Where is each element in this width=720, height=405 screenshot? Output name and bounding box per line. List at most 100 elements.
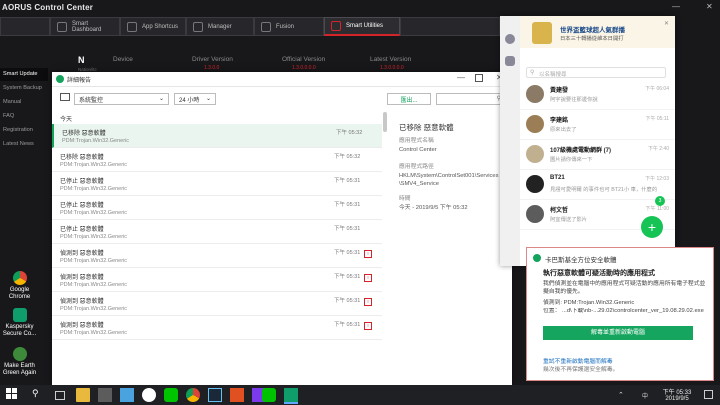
official-value: 1.3.0.0.0.0 bbox=[292, 65, 316, 71]
ad-banner[interactable]: 世界盃籃球超人氣群播 日本三十轉播從維本日開打 ✕ bbox=[520, 16, 675, 48]
store-icon[interactable] bbox=[98, 388, 112, 402]
avatar bbox=[526, 145, 544, 163]
table-row[interactable]: 已移除 惡意軟體 PDM:Trojan.Win32.Generic 下午 05:32 bbox=[52, 124, 382, 148]
row-threat: PDM:Trojan.Win32.Generic bbox=[60, 234, 128, 240]
chat-name: 柯文哲 bbox=[550, 208, 569, 214]
tab-smart-dashboard[interactable]: Smart Dashboard bbox=[50, 17, 120, 36]
table-row[interactable]: 偵測到 惡意軟體 PDM:Trojan.Win32.Generic 下午 05:31… bbox=[52, 316, 382, 340]
row-threat: PDM:Trojan.Win32.Generic bbox=[60, 306, 128, 312]
side-item-smart-update[interactable]: Smart Update bbox=[0, 68, 48, 81]
tab-fusion[interactable]: Fusion bbox=[254, 17, 324, 36]
detail-heading: 已移除 惡意軟體 bbox=[399, 123, 454, 132]
search-placeholder: 以名稱搜尋 bbox=[539, 72, 567, 78]
friends-icon[interactable] bbox=[505, 34, 515, 44]
chat-time: 下午 11:00 bbox=[645, 206, 669, 212]
row-title: 已停止 惡意軟體 bbox=[60, 227, 104, 233]
line-icon[interactable] bbox=[164, 388, 178, 402]
table-row[interactable]: 已停止 惡意軟體 PDM:Trojan.Win32.Generic 下午 05:31 bbox=[52, 172, 382, 196]
app-icon[interactable] bbox=[230, 388, 244, 402]
notification-app-name: 卡巴斯基全方位安全軟體 bbox=[545, 257, 617, 264]
side-item-faq[interactable]: FAQ bbox=[0, 110, 48, 123]
side-item-system-backup[interactable]: System Backup bbox=[0, 82, 48, 95]
clock-date[interactable]: 2019/9/5 bbox=[662, 396, 692, 402]
avatar bbox=[526, 115, 544, 133]
search-input[interactable]: ⚲ 以名稱搜尋 bbox=[526, 67, 666, 78]
kaspersky-icon bbox=[12, 308, 27, 322]
chat-list-item[interactable]: 107級機處電動網群 (7) 圖片請你傳來一下 下午 2:40 bbox=[520, 140, 675, 170]
chat-preview: 原來出去了 bbox=[550, 127, 577, 133]
device-header: Device bbox=[113, 56, 133, 63]
chat-name: 黃建發 bbox=[550, 88, 569, 94]
search-icon[interactable]: ⚲ bbox=[32, 388, 46, 402]
notification-center-icon[interactable] bbox=[704, 390, 713, 399]
ime-indicator[interactable]: 中 bbox=[642, 391, 648, 400]
close-icon[interactable]: ✕ bbox=[664, 20, 669, 27]
table-row[interactable]: 已停止 惡意軟體 PDM:Trojan.Win32.Generic 下午 05:31 bbox=[52, 196, 382, 220]
minimize-button[interactable]: — bbox=[672, 2, 680, 11]
notification-body: 我們偵測並在電腦中的應用程式可疑活動的應用所有電子程式並擬自我的優先。 bbox=[543, 281, 706, 295]
banner-subtitle: 日本三十轉播從維本日開打 bbox=[560, 36, 624, 42]
filter-select[interactable]: 系統監控 ⌄ bbox=[74, 93, 169, 105]
table-row[interactable]: 已移除 惡意軟體 PDM:Trojan.Win32.Generic 下午 05:32 bbox=[52, 148, 382, 172]
clock-time[interactable]: 下午 05:33 bbox=[662, 387, 692, 396]
toolbar: 系統監控 ⌄ 24 小時 ⌄ 匯出... ⚲ bbox=[52, 86, 522, 112]
table-row[interactable]: 偵測到 惡意軟體 PDM:Trojan.Win32.Generic 下午 05:31… bbox=[52, 292, 382, 316]
driver-header: Driver Version bbox=[192, 56, 233, 63]
row-title: 偵測到 惡意軟體 bbox=[60, 275, 104, 281]
desktop-icon-chrome[interactable]: Google Chrome bbox=[2, 271, 37, 301]
row-title: 已移除 惡意軟體 bbox=[62, 131, 106, 137]
tray-chevron-icon[interactable]: ⌃ bbox=[618, 391, 624, 399]
tab-manager[interactable]: Manager bbox=[186, 17, 254, 36]
disinfect-restart-button[interactable]: 解毒並重新啟動電腦 bbox=[543, 326, 693, 340]
row-threat: PDM:Trojan.Win32.Generic bbox=[60, 330, 128, 336]
chat-list-item[interactable]: 李建銘 原來出去了 下午 05:11 bbox=[520, 110, 675, 140]
chat-preview: 圖片請你傳來一下 bbox=[550, 157, 593, 163]
desktop-icon-kaspersky[interactable]: Kaspersky Secure Co... bbox=[2, 308, 37, 338]
earth-icon bbox=[12, 347, 27, 361]
table-row[interactable]: 偵測到 惡意軟體 PDM:Trojan.Win32.Generic 下午 05:31… bbox=[52, 244, 382, 268]
row-title: 偵測到 惡意軟體 bbox=[60, 299, 104, 305]
row-time: 下午 05:31 bbox=[334, 250, 361, 256]
kaspersky-task-icon[interactable] bbox=[284, 388, 298, 404]
side-item-latest-news[interactable]: Latest News bbox=[0, 138, 48, 151]
time-select[interactable]: 24 小時 ⌄ bbox=[174, 93, 216, 105]
desktop-icon-earth[interactable]: Make Earth Green Again bbox=[2, 347, 37, 377]
driver-value: 1.3.0.0 bbox=[204, 65, 220, 71]
app-name-label: 應用程式名稱 bbox=[399, 138, 434, 144]
utilities-icon bbox=[331, 21, 341, 31]
export-button[interactable]: 匯出... bbox=[387, 93, 431, 105]
list-scrollbar[interactable] bbox=[383, 112, 387, 132]
tab-home[interactable] bbox=[0, 17, 50, 36]
maximize-button[interactable] bbox=[475, 74, 483, 82]
photos-icon[interactable] bbox=[120, 388, 134, 402]
steam-icon[interactable] bbox=[208, 388, 222, 402]
minimize-button[interactable]: — bbox=[457, 73, 465, 82]
task-view-icon[interactable] bbox=[55, 391, 65, 400]
chat-name: 李建銘 bbox=[550, 118, 569, 124]
line-app-icon[interactable] bbox=[262, 388, 276, 402]
row-time: 下午 05:32 bbox=[336, 130, 363, 136]
close-button[interactable]: ✕ bbox=[706, 2, 713, 11]
chrome-icon[interactable] bbox=[186, 388, 200, 402]
side-item-manual[interactable]: Manual bbox=[0, 96, 48, 109]
search-input[interactable]: ⚲ bbox=[436, 93, 506, 105]
chat-list-item[interactable]: 黃建發 阿宇說要往那邊你說 下午 06:04 bbox=[520, 80, 675, 110]
chats-icon[interactable] bbox=[505, 56, 515, 66]
table-row[interactable]: 已停止 惡意軟體 PDM:Trojan.Win32.Generic 下午 05:31 bbox=[52, 220, 382, 244]
side-item-registration[interactable]: Registration bbox=[0, 124, 48, 137]
line-window: 世界盃籃球超人氣群播 日本三十轉播從維本日開打 ✕ ⚲ 以名稱搜尋 黃建發阿宇說… bbox=[500, 16, 675, 266]
search-icon: ⚲ bbox=[530, 70, 535, 76]
chat-preview: 阿宇說要往那邊你說 bbox=[550, 97, 598, 103]
file-explorer-icon[interactable] bbox=[76, 388, 90, 402]
kaspersky-notification: 卡巴斯基全方位安全軟體 執行惡意軟體可疑活動時的應用程式 我們偵測並在電腦中的應… bbox=[526, 247, 714, 381]
table-row[interactable]: 偵測到 惡意軟體 PDM:Trojan.Win32.Generic 下午 05:31… bbox=[52, 268, 382, 292]
chat-list-item[interactable]: BT21 見證可愛明爾 的事件也可 BT21小 車，什麼的 我心中最是愛可愛...… bbox=[520, 170, 675, 200]
notification-title: 執行惡意軟體可疑活動時的應用程式 bbox=[543, 270, 655, 277]
app-path-value: HKLM\System\ControlSet001\Services\SMV4_… bbox=[399, 173, 499, 187]
tab-smart-utilities[interactable]: Smart Utilities bbox=[324, 17, 400, 36]
itunes-icon[interactable] bbox=[142, 388, 156, 402]
add-chat-button[interactable]: + bbox=[641, 216, 663, 238]
tab-app-shortcus[interactable]: App Shortcus bbox=[120, 17, 186, 36]
windows-start-icon[interactable] bbox=[6, 388, 20, 402]
detected-label: 偵測到: PDM:Trojan.Win32.Generic bbox=[543, 300, 635, 306]
